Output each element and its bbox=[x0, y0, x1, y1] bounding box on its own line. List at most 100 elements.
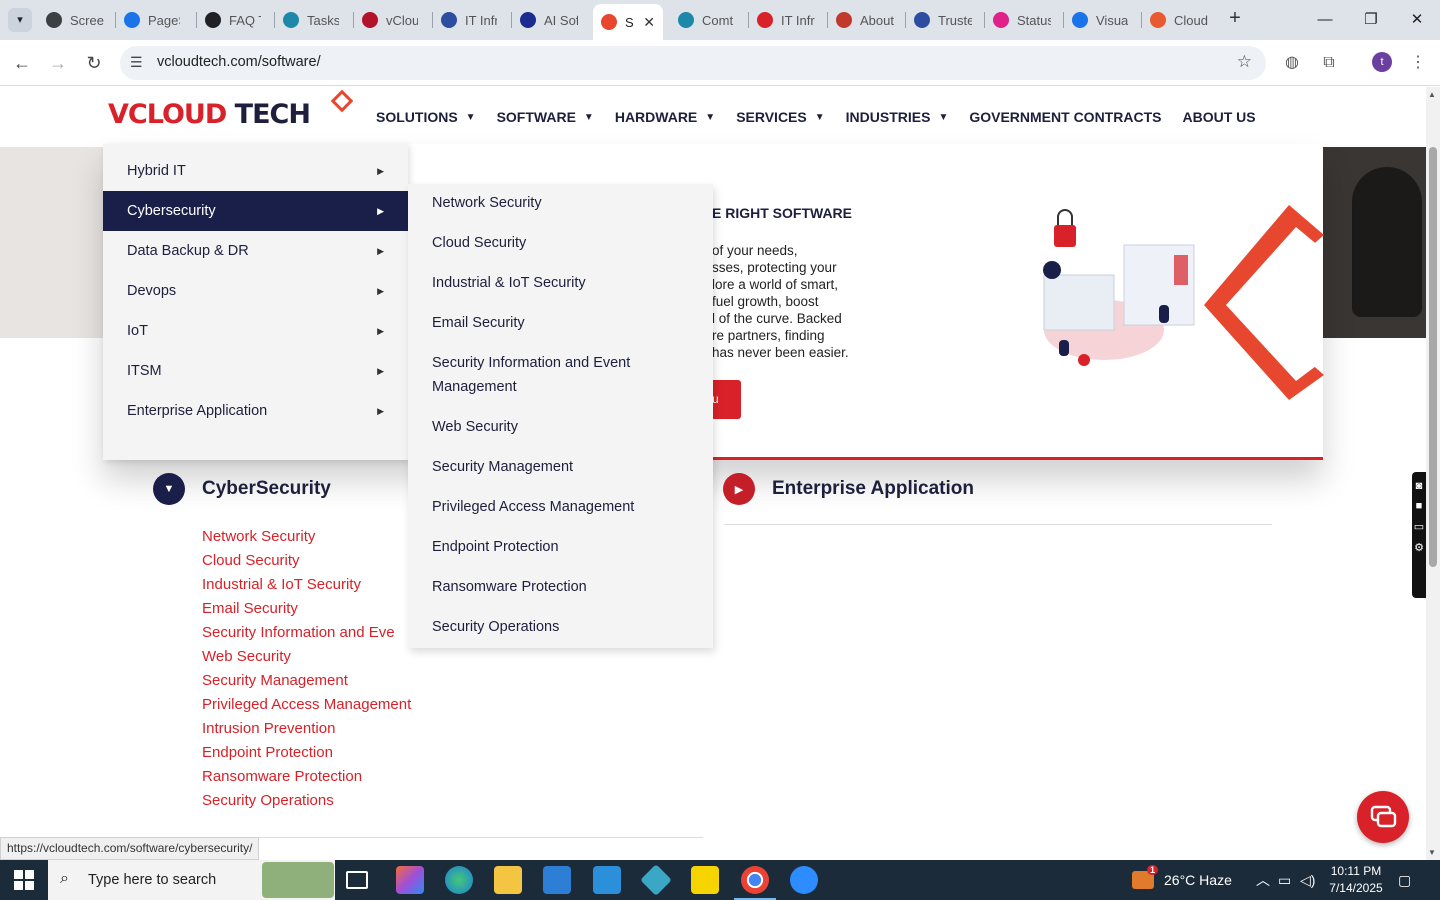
nav-item-services[interactable]: SERVICES ▼ bbox=[736, 109, 824, 125]
close-window-button[interactable]: ✕ bbox=[1402, 8, 1432, 32]
browser-tab[interactable]: Sc ✕ bbox=[593, 4, 663, 40]
copilot-icon[interactable] bbox=[396, 866, 424, 894]
back-button[interactable]: ← bbox=[9, 50, 35, 76]
submenu-item[interactable]: Email Security bbox=[432, 311, 692, 335]
video-icon[interactable]: ■ bbox=[1412, 500, 1426, 512]
cybersecurity-link[interactable]: Cloud Security bbox=[202, 549, 432, 573]
menu-item-cybersecurity[interactable]: Cybersecurity ▶ bbox=[103, 191, 408, 231]
nav-item-industries[interactable]: INDUSTRIES ▼ bbox=[846, 109, 949, 125]
mail-icon[interactable] bbox=[593, 866, 621, 894]
address-url[interactable]: vcloudtech.com/software/ bbox=[157, 54, 321, 70]
store-icon[interactable] bbox=[543, 866, 571, 894]
page-scrollbar[interactable]: ▲ ▼ bbox=[1426, 87, 1440, 860]
chrome-icon[interactable] bbox=[734, 866, 776, 900]
hero-cta-button[interactable]: u bbox=[712, 380, 741, 419]
nav-item-government-contracts[interactable]: GOVERNMENT CONTRACTS bbox=[969, 109, 1161, 125]
site-logo[interactable]: VCLOUD TECH bbox=[108, 89, 354, 135]
cybersecurity-link[interactable]: Ransomware Protection bbox=[202, 765, 432, 789]
camera-icon[interactable]: ◙ bbox=[1412, 480, 1426, 492]
cybersecurity-link[interactable]: Endpoint Protection bbox=[202, 741, 432, 765]
nav-item-software[interactable]: SOFTWARE ▼ bbox=[497, 109, 594, 125]
tab-close-icon[interactable]: ✕ bbox=[643, 14, 655, 31]
cybersecurity-link[interactable]: Security Operations bbox=[202, 789, 432, 813]
menu-item-enterprise-application[interactable]: Enterprise Application ▶ bbox=[103, 391, 408, 431]
menu-item-iot[interactable]: IoT ▶ bbox=[103, 311, 408, 351]
restore-button[interactable]: ❐ bbox=[1356, 8, 1386, 32]
enterprise-app-section-header[interactable]: ▶ Enterprise Application bbox=[723, 473, 974, 505]
browser-tab[interactable]: IT Infr bbox=[441, 6, 497, 34]
submenu-item[interactable]: Network Security bbox=[432, 191, 692, 215]
browser-tab[interactable]: PageS bbox=[124, 6, 180, 34]
sticky-notes-icon[interactable] bbox=[691, 866, 719, 894]
minimize-button[interactable]: — bbox=[1310, 8, 1340, 32]
task-view-icon[interactable] bbox=[346, 871, 368, 889]
submenu-item[interactable]: Industrial & IoT Security bbox=[432, 271, 692, 295]
forward-button[interactable]: → bbox=[45, 50, 71, 76]
submenu-item[interactable]: Endpoint Protection bbox=[432, 535, 692, 559]
browser-tab[interactable]: FAQ T bbox=[205, 6, 261, 34]
menu-item-data-backup-dr[interactable]: Data Backup & DR ▶ bbox=[103, 231, 408, 271]
system-clock[interactable]: 10:11 PM 7/14/2025 bbox=[1326, 863, 1386, 897]
scroll-down-icon[interactable]: ▼ bbox=[1428, 848, 1436, 857]
edge-icon[interactable] bbox=[445, 866, 473, 894]
zoom-icon[interactable] bbox=[790, 866, 818, 894]
menu-item-hybrid-it[interactable]: Hybrid IT ▶ bbox=[103, 151, 408, 191]
submenu-item[interactable]: Security Information and Event Managemen… bbox=[432, 351, 692, 399]
browser-tab[interactable]: IT Infr bbox=[757, 6, 815, 34]
weather-widget[interactable]: 1 26°C Haze bbox=[1132, 860, 1232, 900]
menu-kebab-icon[interactable]: ⋮ bbox=[1407, 52, 1429, 74]
settings-gear-icon[interactable]: ⚙ bbox=[1412, 541, 1426, 554]
tray-overflow-icon[interactable]: ︿ bbox=[1256, 860, 1270, 900]
reload-button[interactable]: ↻ bbox=[81, 50, 107, 76]
file-explorer-icon[interactable] bbox=[494, 866, 522, 894]
browser-tab[interactable]: vClou bbox=[362, 6, 418, 34]
browser-tab[interactable]: Status bbox=[993, 6, 1051, 34]
submenu-item[interactable]: Privileged Access Management bbox=[432, 495, 692, 519]
extensions-icon[interactable]: ⧉ bbox=[1318, 52, 1340, 74]
collapse-chevron-icon[interactable]: ▼ bbox=[153, 473, 185, 505]
browser-tab[interactable]: AI Sof bbox=[520, 6, 578, 34]
scroll-up-icon[interactable]: ▲ bbox=[1428, 90, 1436, 99]
nav-item-about-us[interactable]: ABOUT US bbox=[1182, 109, 1255, 125]
scrollbar-thumb[interactable] bbox=[1429, 147, 1437, 567]
submenu-item[interactable]: Ransomware Protection bbox=[432, 575, 692, 599]
cybersecurity-section-header[interactable]: ▼ CyberSecurity bbox=[153, 473, 331, 505]
nav-item-solutions[interactable]: SOLUTIONS ▼ bbox=[376, 109, 476, 125]
cybersecurity-link[interactable]: Security Management bbox=[202, 669, 432, 693]
expand-chevron-icon[interactable]: ▶ bbox=[723, 473, 755, 505]
address-bar[interactable]: ☰ vcloudtech.com/software/ ☆ bbox=[120, 46, 1266, 80]
cybersecurity-link[interactable]: Network Security bbox=[202, 525, 432, 549]
start-windows-icon[interactable] bbox=[14, 870, 34, 890]
browser-tab[interactable]: Screen bbox=[46, 6, 104, 34]
cybersecurity-link[interactable]: Industrial & IoT Security bbox=[202, 573, 432, 597]
submenu-item[interactable]: Security Operations bbox=[432, 615, 692, 639]
taskbar-search[interactable]: ⌕ Type here to search bbox=[48, 860, 335, 900]
network-icon[interactable]: ▭ bbox=[1278, 860, 1291, 900]
submenu-item[interactable]: Web Security bbox=[432, 415, 692, 439]
volume-icon[interactable]: ◁) bbox=[1300, 860, 1315, 900]
submenu-item[interactable]: Security Management bbox=[432, 455, 692, 479]
tab-search-button[interactable]: ▾ bbox=[8, 8, 32, 32]
browser-tab[interactable]: About bbox=[836, 6, 894, 34]
browser-tab[interactable]: Comt bbox=[678, 6, 736, 34]
cybersecurity-link[interactable]: Web Security bbox=[202, 645, 432, 669]
submenu-item[interactable]: Cloud Security bbox=[432, 231, 692, 255]
cybersecurity-link[interactable]: Privileged Access Management bbox=[202, 693, 432, 717]
cybersecurity-link[interactable]: Security Information and Eve bbox=[202, 621, 432, 645]
cybersecurity-link[interactable]: Intrusion Prevention bbox=[202, 717, 432, 741]
bookmark-star-icon[interactable]: ☆ bbox=[1237, 52, 1252, 72]
translate-icon[interactable]: ◍ bbox=[1281, 52, 1303, 74]
new-tab-button[interactable]: + bbox=[1224, 8, 1246, 30]
browser-tab[interactable]: Visua bbox=[1072, 6, 1130, 34]
profile-avatar[interactable]: t bbox=[1372, 52, 1392, 72]
window-icon[interactable]: ▭ bbox=[1412, 520, 1426, 533]
menu-item-devops[interactable]: Devops ▶ bbox=[103, 271, 408, 311]
browser-tab[interactable]: Tasks bbox=[283, 6, 339, 34]
browser-tab[interactable]: Truste bbox=[914, 6, 972, 34]
chat-button[interactable] bbox=[1357, 791, 1409, 843]
browser-tab[interactable]: Cloud bbox=[1150, 6, 1208, 34]
menu-item-itsm[interactable]: ITSM ▶ bbox=[103, 351, 408, 391]
cybersecurity-link[interactable]: Email Security bbox=[202, 597, 432, 621]
notifications-icon[interactable]: ▢ bbox=[1398, 860, 1411, 900]
nav-item-hardware[interactable]: HARDWARE ▼ bbox=[615, 109, 715, 125]
